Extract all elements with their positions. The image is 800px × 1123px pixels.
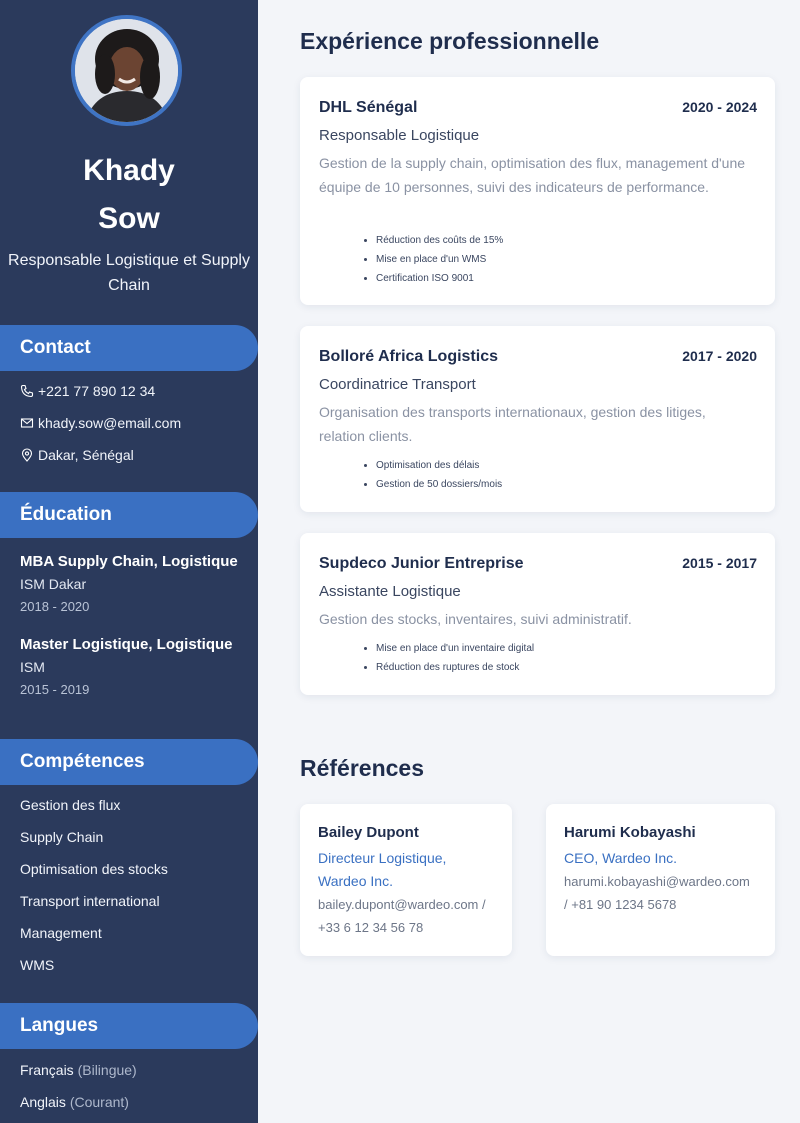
achievement-item: Gestion de 50 dossiers/mois	[376, 475, 502, 494]
job-role: Coordinatrice Transport	[319, 376, 476, 393]
contact-email[interactable]: khady.sow@email.com	[38, 415, 181, 431]
education-degree: Master Logistique, Logistique	[20, 636, 233, 653]
skill-item: Supply Chain	[20, 829, 104, 845]
language-level: (Courant)	[69, 1094, 129, 1110]
education-school: ISM	[20, 659, 45, 675]
contact-email-row: khady.sow@email.com	[20, 415, 181, 431]
achievement-list: Réduction des coûts de 15% Mise en place…	[376, 231, 503, 288]
language-level: (Bilingue)	[77, 1062, 137, 1078]
job-company: Bolloré Africa Logistics	[319, 348, 498, 365]
sidebar: Khady Sow Responsable Logistique et Supp…	[0, 0, 258, 1123]
achievement-item: Réduction des coûts de 15%	[376, 231, 503, 250]
location-pin-icon	[21, 448, 33, 462]
reference-name: Bailey Dupont	[318, 824, 419, 841]
education-years: 2018 - 2020	[20, 599, 90, 614]
reference-card: Harumi Kobayashi CEO, Wardeo Inc. harumi…	[546, 804, 775, 956]
language-item: Français (Bilingue)	[20, 1062, 137, 1078]
job-description: Organisation des transports internationa…	[319, 404, 706, 444]
education-years: 2015 - 2019	[20, 682, 90, 697]
achievement-item: Mise en place d'un WMS	[376, 250, 503, 269]
last-name: Sow	[98, 202, 160, 235]
contact-location-row: Dakar, Sénégal	[20, 447, 134, 463]
avatar	[71, 15, 182, 126]
skill-item: Optimisation des stocks	[20, 861, 168, 877]
job-company: Supdeco Junior Entreprise	[319, 555, 524, 572]
reference-contact[interactable]: bailey.dupont@wardeo.com / +33 6 12 34 5…	[318, 893, 494, 939]
skills-heading: Compétences	[0, 739, 258, 785]
job-card: DHL Sénégal 2020 - 2024 Responsable Logi…	[300, 77, 775, 305]
job-description: Gestion des stocks, inventaires, suivi a…	[319, 611, 632, 627]
language-name: Français	[20, 1062, 74, 1078]
achievement-item: Mise en place d'un inventaire digital	[376, 639, 534, 658]
skill-item: Transport international	[20, 893, 160, 909]
job-card: Supdeco Junior Entreprise 2015 - 2017 As…	[300, 533, 775, 695]
skill-item: Management	[20, 925, 102, 941]
achievement-list: Optimisation des délais Gestion de 50 do…	[376, 456, 502, 494]
job-role: Responsable Logistique	[319, 127, 480, 144]
education-heading: Éducation	[0, 492, 258, 538]
job-dates: 2017 - 2020	[682, 348, 757, 364]
skill-item: WMS	[20, 957, 55, 973]
languages-heading: Langues	[0, 1003, 258, 1049]
experience-heading: Expérience professionnelle	[300, 28, 600, 54]
contact-phone[interactable]: +221 77 890 12 34	[38, 383, 155, 399]
contact-heading: Contact	[0, 325, 258, 371]
references-heading: Références	[300, 755, 425, 781]
envelope-icon	[20, 418, 34, 428]
language-item: Anglais (Courant)	[20, 1094, 129, 1110]
job-company: DHL Sénégal	[319, 99, 418, 116]
achievement-item: Réduction des ruptures de stock	[376, 658, 534, 677]
job-title: Responsable Logistique et Supply Chain	[8, 252, 250, 294]
reference-position: Directeur Logistique, Wardeo Inc.	[318, 850, 447, 889]
profile-photo	[75, 19, 178, 122]
job-description: Gestion de la supply chain, optimisation…	[319, 155, 746, 195]
achievement-item: Optimisation des délais	[376, 456, 502, 475]
contact-phone-row: +221 77 890 12 34	[20, 383, 155, 399]
achievement-item: Certification ISO 9001	[376, 269, 503, 288]
reference-contact[interactable]: harumi.kobayashi@wardeo.com / +81 90 123…	[564, 870, 757, 916]
reference-name: Harumi Kobayashi	[564, 824, 696, 841]
job-role: Assistante Logistique	[319, 583, 461, 600]
education-school: ISM Dakar	[20, 576, 87, 592]
job-dates: 2020 - 2024	[682, 99, 757, 115]
reference-position: CEO, Wardeo Inc.	[564, 850, 678, 866]
job-dates: 2015 - 2017	[682, 555, 757, 571]
contact-location: Dakar, Sénégal	[38, 447, 134, 463]
job-card: Bolloré Africa Logistics 2017 - 2020 Coo…	[300, 326, 775, 512]
achievement-list: Mise en place d'un inventaire digital Ré…	[376, 639, 534, 677]
language-name: Anglais	[20, 1094, 66, 1110]
reference-card: Bailey Dupont Directeur Logistique, Ward…	[300, 804, 512, 956]
education-degree: MBA Supply Chain, Logistique	[20, 553, 238, 570]
skill-item: Gestion des flux	[20, 797, 121, 813]
phone-icon	[20, 384, 34, 398]
first-name: Khady	[83, 154, 175, 187]
